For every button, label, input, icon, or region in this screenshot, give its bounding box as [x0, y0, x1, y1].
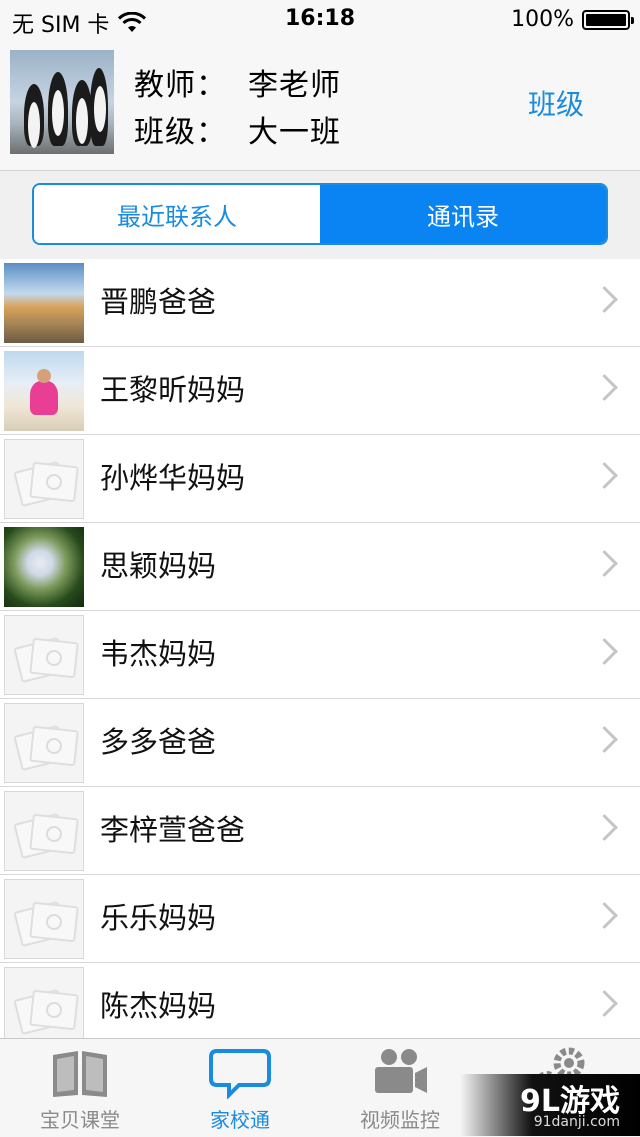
contact-row[interactable]: 王黎昕妈妈: [0, 347, 640, 435]
contact-list: 晋鹏爸爸 王黎昕妈妈 孙烨华妈妈 思颖妈妈 韦杰妈妈 多多爸爸 李梓萱爸爸 乐乐…: [0, 259, 640, 1051]
contact-row[interactable]: 晋鹏爸爸: [0, 259, 640, 347]
segment-address-book[interactable]: 通讯录: [320, 185, 606, 243]
penguin-shape: [72, 80, 92, 146]
contact-name: 多多爸爸: [100, 725, 217, 759]
chevron-right-icon: [591, 902, 618, 929]
segment-recent-contacts[interactable]: 最近联系人: [34, 185, 320, 243]
contact-row[interactable]: 孙烨华妈妈: [0, 435, 640, 523]
placeholder-photo-icon: [4, 703, 84, 783]
contact-name: 乐乐妈妈: [100, 901, 217, 935]
tab-label: 家校通: [210, 1108, 270, 1132]
contact-row[interactable]: 多多爸爸: [0, 699, 640, 787]
contact-row[interactable]: 乐乐妈妈: [0, 875, 640, 963]
contact-avatar-flower-photo: [4, 527, 84, 607]
teacher-header: 教师： 李老师 班级： 大一班 班级: [0, 40, 640, 171]
battery-icon: [582, 9, 634, 30]
contact-avatar-beach-photo: [4, 263, 84, 343]
contact-name: 李梓萱爸爸: [100, 813, 246, 847]
contact-name: 韦杰妈妈: [100, 637, 217, 671]
tab-baby-classroom[interactable]: 宝贝课堂: [0, 1039, 160, 1137]
penguin-shape: [48, 72, 68, 146]
tab-home-school[interactable]: 家校通: [160, 1039, 320, 1137]
tab-label: 视频监控: [360, 1108, 440, 1132]
contact-avatar-girl-photo: [4, 351, 84, 431]
status-right: 100%: [511, 7, 634, 32]
chevron-right-icon: [591, 462, 618, 489]
chevron-right-icon: [591, 814, 618, 841]
teacher-label: 教师：: [134, 68, 227, 103]
placeholder-photo-icon: [4, 967, 84, 1047]
contact-row[interactable]: 李梓萱爸爸: [0, 787, 640, 875]
contact-name: 晋鹏爸爸: [100, 285, 217, 319]
teacher-avatar[interactable]: [10, 50, 114, 154]
watermark-url: 91danji.com: [533, 1114, 620, 1130]
class-name: 大一班: [248, 115, 341, 150]
class-row: 班级： 大一班: [134, 107, 341, 151]
placeholder-photo-icon: [4, 791, 84, 871]
contact-name: 陈杰妈妈: [100, 989, 217, 1023]
placeholder-photo-icon: [4, 439, 84, 519]
teacher-name: 李老师: [248, 68, 341, 103]
chevron-right-icon: [591, 726, 618, 753]
site-watermark: 9L游戏 91danji.com: [460, 1074, 640, 1136]
chat-bubble-icon: [209, 1049, 271, 1099]
tab-video-monitor[interactable]: 视频监控: [320, 1039, 480, 1137]
contact-row[interactable]: 思颖妈妈: [0, 523, 640, 611]
status-bar: 无 SIM 卡 16:18 100%: [0, 0, 640, 40]
teacher-row: 教师： 李老师: [134, 60, 341, 104]
contact-row[interactable]: 韦杰妈妈: [0, 611, 640, 699]
chevron-right-icon: [591, 374, 618, 401]
battery-percent: 100%: [511, 7, 574, 32]
contact-name: 王黎昕妈妈: [100, 373, 246, 407]
video-camera-icon: [375, 1049, 427, 1093]
class-button[interactable]: 班级: [528, 83, 584, 123]
penguin-shape: [90, 68, 108, 146]
book-icon: [53, 1051, 107, 1097]
placeholder-photo-icon: [4, 615, 84, 695]
class-label: 班级：: [134, 115, 227, 150]
segmented-control: 最近联系人 通讯录: [32, 183, 608, 245]
segment-area: 最近联系人 通讯录: [0, 171, 640, 259]
chevron-right-icon: [591, 638, 618, 665]
contact-name: 思颖妈妈: [100, 549, 217, 583]
chevron-right-icon: [591, 550, 618, 577]
contact-name: 孙烨华妈妈: [100, 461, 246, 495]
chevron-right-icon: [591, 286, 618, 313]
penguin-shape: [24, 84, 44, 148]
placeholder-photo-icon: [4, 879, 84, 959]
tab-label: 宝贝课堂: [40, 1108, 120, 1132]
chevron-right-icon: [591, 990, 618, 1017]
